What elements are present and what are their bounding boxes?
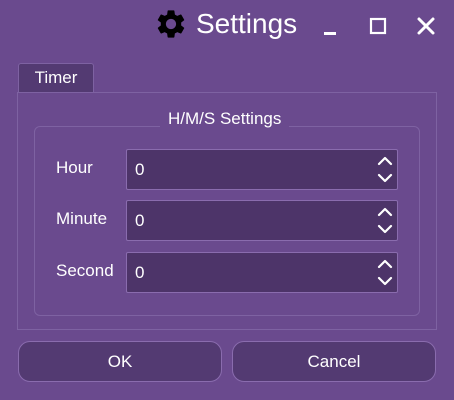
second-increment-button[interactable] <box>377 257 393 271</box>
minute-decrement-button[interactable] <box>377 222 393 236</box>
gear-icon <box>154 7 188 41</box>
second-label: Second <box>56 261 114 280</box>
group-title: H/M/S Settings <box>160 108 290 130</box>
window-title-area: Settings <box>154 6 297 42</box>
second-decrement-button[interactable] <box>377 274 393 288</box>
maximize-button[interactable] <box>364 12 392 40</box>
close-icon <box>412 12 440 40</box>
chevron-up-icon <box>377 257 393 271</box>
cancel-button[interactable]: Cancel <box>232 341 436 382</box>
hour-increment-button[interactable] <box>377 154 393 168</box>
minute-label: Minute <box>56 209 108 228</box>
hour-spinbox[interactable]: 0 <box>126 149 398 190</box>
window-title: Settings <box>196 8 298 39</box>
minimize-icon <box>316 12 344 40</box>
close-button[interactable] <box>412 12 440 40</box>
minimize-button[interactable] <box>316 12 344 40</box>
minute-spinbox[interactable]: 0 <box>126 200 398 241</box>
tab-timer[interactable]: Timer <box>18 63 94 92</box>
maximize-icon <box>364 12 392 40</box>
chevron-up-icon <box>377 154 393 168</box>
chevron-down-icon <box>377 171 393 185</box>
chevron-up-icon <box>377 205 393 219</box>
ok-button[interactable]: OK <box>18 341 222 382</box>
hour-decrement-button[interactable] <box>377 171 393 185</box>
minute-value[interactable]: 0 <box>135 201 144 240</box>
title-bar: Settings <box>0 0 454 48</box>
minute-increment-button[interactable] <box>377 205 393 219</box>
second-value[interactable]: 0 <box>135 253 144 292</box>
chevron-down-icon <box>377 222 393 236</box>
chevron-down-icon <box>377 274 393 288</box>
hour-label: Hour <box>56 158 93 177</box>
hour-value[interactable]: 0 <box>135 150 144 189</box>
second-spinbox[interactable]: 0 <box>126 252 398 293</box>
